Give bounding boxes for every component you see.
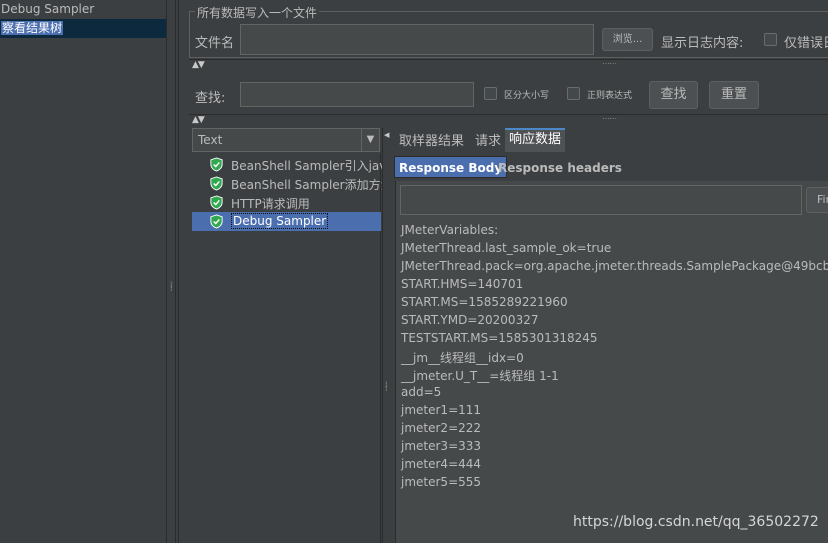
response-line: __jm__线程组__idx=0 (401, 351, 524, 365)
case-sensitive-label: 区分大小写 (504, 91, 550, 101)
collapse-divider-1[interactable] (189, 59, 828, 67)
response-line: add=5 (401, 385, 442, 399)
file-group-title: 所有数据写入一个文件 (195, 4, 320, 21)
browse-button[interactable]: 浏览... (602, 28, 653, 51)
chevron-down-icon[interactable]: ▼ (361, 129, 379, 151)
renderer-select[interactable]: Text ▼ (192, 128, 380, 152)
sample-results-list: BeanShell Sampler引入java BeanShell Sample… (192, 153, 394, 543)
errors-only-checkbox[interactable] (764, 33, 777, 46)
result-row[interactable]: BeanShell Sampler引入java (192, 155, 394, 174)
result-label: BeanShell Sampler添加方法 (231, 178, 393, 192)
split-grip-icon: ⁞ ⁞ (385, 380, 388, 393)
find-button[interactable]: 查找 (649, 81, 698, 109)
results-tree-panel: 所有数据写入一个文件 文件名 浏览... 显示日志内容: 仅错误日 ▲▼ ⋯⋯ … (178, 0, 828, 543)
success-shield-icon (210, 195, 223, 210)
collapse-left-icon[interactable]: ◀ (384, 131, 389, 139)
tab-request[interactable]: 请求 (471, 130, 505, 154)
response-line: JMeterThread.last_sample_ok=true (401, 241, 612, 255)
result-label: BeanShell Sampler引入java (231, 159, 394, 173)
response-line: jmeter3=333 (401, 439, 482, 453)
response-line: __jmeter.U_T__=线程组 1-1 (401, 369, 559, 383)
response-line: jmeter2=222 (401, 421, 482, 435)
case-sensitive-checkbox[interactable] (484, 87, 497, 100)
main-split-divider[interactable]: ⁞ ⁞ (166, 0, 176, 543)
search-label: 查找: (195, 91, 226, 106)
tab-sampler-result[interactable]: 取样器结果 (395, 130, 468, 154)
filename-input[interactable] (240, 24, 594, 55)
response-line: jmeter5=555 (401, 475, 482, 489)
result-row[interactable]: BeanShell Sampler添加方法 (192, 174, 393, 193)
renderer-selected-value: Text (198, 133, 223, 147)
split-grip-icon: ⁞ ⁞ (170, 280, 173, 293)
result-detail-panel: 取样器结果 请求 响应数据 Response Body Response hea… (393, 128, 828, 543)
result-row[interactable]: HTTP请求调用 (192, 193, 381, 212)
response-body-area: Fin JMeterVariables: JMeterThread.last_s… (395, 181, 828, 543)
tree-item-label: Debug Sampler (1, 2, 95, 16)
response-search-input[interactable] (400, 185, 802, 215)
response-line: START.HMS=140701 (401, 277, 524, 291)
tree-item-label: 察看结果树 (1, 21, 64, 35)
collapse-arrows-icon[interactable]: ▲▼ (192, 61, 205, 70)
subtab-response-body[interactable]: Response Body (394, 156, 508, 178)
regex-label: 正则表达式 (587, 91, 633, 101)
results-split-divider[interactable]: ◀ ⁞ ⁞ (382, 128, 393, 543)
tab-response-data[interactable]: 响应数据 (505, 128, 566, 152)
success-shield-icon (210, 176, 223, 191)
result-label: HTTP请求调用 (231, 197, 310, 211)
subtab-response-headers[interactable]: Response headers (494, 157, 626, 179)
divider-grip-icon: ⋯⋯ (602, 59, 617, 68)
errors-only-label: 仅错误日 (784, 36, 828, 51)
search-input[interactable] (240, 82, 474, 107)
test-plan-tree: Debug Sampler 察看结果树 (0, 0, 166, 543)
success-shield-icon (210, 214, 223, 229)
result-label: Debug Sampler (231, 213, 329, 229)
divider-grip-icon: ⋯⋯ (602, 114, 617, 123)
sample-results-panel: Text ▼ BeanShell Sampler引入java BeanShell… (192, 128, 394, 543)
response-line: START.MS=1585289221960 (401, 295, 568, 309)
response-line: START.YMD=20200327 (401, 313, 539, 327)
collapse-divider-2[interactable] (189, 114, 828, 122)
success-shield-icon (210, 157, 223, 172)
response-find-button[interactable]: Fin (806, 187, 828, 213)
tree-item-view-results-tree[interactable]: 察看结果树 (0, 19, 166, 38)
response-line: jmeter4=444 (401, 457, 482, 471)
filename-label: 文件名 (195, 36, 235, 51)
response-line: jmeter1=111 (401, 403, 482, 417)
watermark-text: https://blog.csdn.net/qq_36502272 (573, 514, 819, 530)
log-content-label: 显示日志内容: (661, 36, 744, 51)
response-line: TESTSTART.MS=1585301318245 (401, 331, 598, 345)
regex-checkbox[interactable] (567, 87, 580, 100)
tree-item-debug-sampler[interactable]: Debug Sampler (0, 0, 166, 19)
response-line: JMeterVariables: (401, 223, 499, 237)
reset-button[interactable]: 重置 (709, 81, 759, 109)
result-row-selected[interactable]: Debug Sampler (192, 212, 381, 231)
response-line: JMeterThread.pack=org.apache.jmeter.thre… (401, 259, 828, 273)
collapse-arrows-icon[interactable]: ▲▼ (192, 116, 205, 125)
